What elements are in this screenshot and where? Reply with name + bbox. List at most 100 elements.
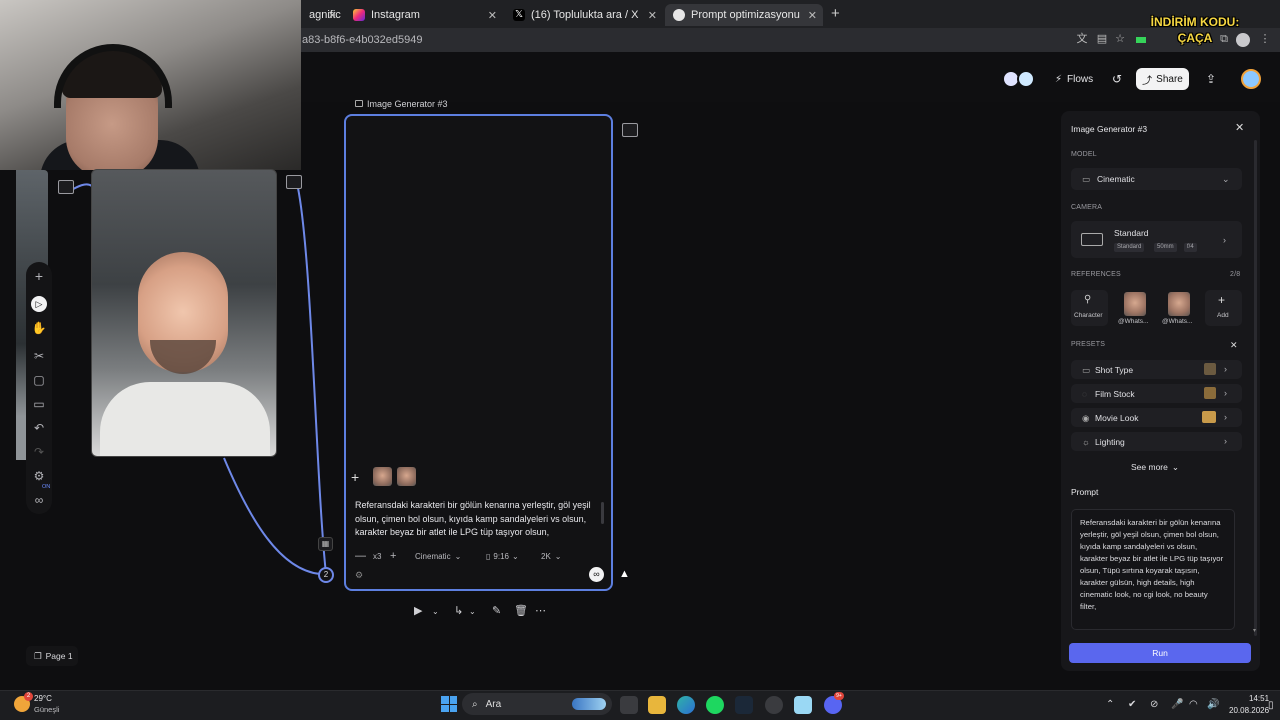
run-button[interactable]: Run bbox=[1069, 643, 1251, 663]
branch-icon[interactable]: ↳ bbox=[454, 604, 463, 617]
add-icon[interactable]: + bbox=[31, 268, 47, 284]
reference-label: @Whats... bbox=[1162, 318, 1193, 325]
camera-badge: f/4 bbox=[1184, 243, 1197, 252]
infinity-icon[interactable]: ∞ bbox=[31, 492, 47, 508]
generator-node-label[interactable]: Image Generator #3 bbox=[367, 99, 448, 109]
redo-icon[interactable]: ↷ bbox=[31, 444, 47, 460]
chevron-right-icon: › bbox=[1223, 235, 1226, 245]
notepad-icon[interactable] bbox=[794, 696, 812, 714]
reference-thumb[interactable] bbox=[397, 467, 416, 486]
node-prompt-text[interactable]: Referansdaki karakteri bir gölün kenarın… bbox=[355, 499, 595, 540]
decrease-batch-icon[interactable]: — bbox=[355, 549, 366, 563]
settings-icon[interactable]: ⚙ bbox=[31, 468, 47, 484]
node-table-icon[interactable]: ▦ bbox=[318, 537, 333, 551]
steam-icon[interactable] bbox=[735, 696, 753, 714]
tray-network-off-icon[interactable]: ⊘ bbox=[1150, 699, 1158, 710]
chevron-down-icon: ⌄ bbox=[454, 551, 462, 561]
page-icon: ❐ bbox=[34, 650, 42, 661]
output-image-icon[interactable] bbox=[622, 123, 638, 137]
windows-taskbar bbox=[0, 690, 1280, 720]
presets-section-label: PRESETS bbox=[1071, 341, 1106, 348]
obs-icon[interactable] bbox=[765, 696, 783, 714]
model-value: Cinematic bbox=[1097, 174, 1135, 184]
spotify-icon[interactable] bbox=[706, 696, 724, 714]
aspect-ratio-label: 9:16 bbox=[493, 551, 509, 561]
weather-badge: 2 bbox=[24, 692, 33, 701]
search-placeholder: Ara bbox=[485, 698, 502, 710]
reference-thumb[interactable] bbox=[373, 467, 392, 486]
comment-icon[interactable]: ▭ bbox=[31, 396, 47, 412]
clock-time[interactable]: 14:51 bbox=[1249, 694, 1269, 703]
chevron-right-icon: › bbox=[1224, 364, 1227, 374]
resize-handle-icon[interactable]: ▾ bbox=[1253, 627, 1256, 634]
image-node-icon[interactable] bbox=[58, 180, 74, 194]
prompt-textarea-text[interactable]: Referansdaki karakteri bir gölün kenarın… bbox=[1080, 517, 1225, 613]
scissors-icon[interactable]: ✂ bbox=[31, 348, 47, 364]
clock-date[interactable]: 20.08.2026 bbox=[1229, 706, 1269, 715]
page-label: Page 1 bbox=[45, 651, 73, 661]
chevron-right-icon: › bbox=[1224, 412, 1227, 422]
reference-image-thumb[interactable] bbox=[1168, 292, 1190, 316]
phone-icon: ▯ bbox=[486, 551, 491, 561]
delete-icon[interactable]: 🗑 bbox=[514, 604, 528, 617]
play-icon[interactable]: ▶ bbox=[414, 604, 422, 617]
person-icon: ⚲ bbox=[1084, 294, 1092, 305]
close-panel-icon[interactable]: ✕ bbox=[1235, 121, 1244, 134]
chevron-down-icon[interactable]: ⌄ bbox=[469, 607, 476, 616]
model-chip[interactable]: Cinematic ⌄ bbox=[415, 549, 461, 563]
panel-title: Image Generator #3 bbox=[1071, 124, 1148, 134]
add-reference-icon[interactable]: + bbox=[351, 469, 359, 485]
volume-icon[interactable]: 🔊 bbox=[1207, 699, 1219, 710]
more-icon[interactable]: ⋯ bbox=[535, 604, 546, 617]
preset-label: Lighting bbox=[1095, 437, 1125, 447]
camera-icon bbox=[1081, 233, 1103, 246]
batch-count: x3 bbox=[373, 551, 382, 561]
see-more-label: See more bbox=[1131, 462, 1168, 472]
resolution-chip[interactable]: 2K ⌄ bbox=[541, 549, 562, 563]
references-section-label: REFERENCES bbox=[1071, 271, 1121, 278]
reference-image-thumb[interactable] bbox=[1124, 292, 1146, 316]
taskbar-search[interactable]: ⌕ Ara bbox=[462, 693, 612, 715]
reference-image-node[interactable] bbox=[91, 169, 277, 457]
select-cursor-icon[interactable]: ▷ bbox=[31, 296, 47, 312]
see-more-button[interactable]: See more ⌄ bbox=[1131, 462, 1179, 473]
prompt-scrollbar[interactable] bbox=[601, 502, 604, 524]
camera-badge: 50mm bbox=[1154, 243, 1177, 252]
camera-section-label: CAMERA bbox=[1071, 204, 1103, 211]
aspect-ratio-chip[interactable]: ▯ 9:16 ⌄ bbox=[486, 549, 519, 563]
references-count: 2/8 bbox=[1230, 271, 1241, 278]
wifi-icon[interactable]: ◠ bbox=[1189, 699, 1198, 710]
node-settings-icon[interactable]: ⚙ bbox=[355, 570, 363, 581]
windows-start-icon[interactable] bbox=[441, 696, 457, 712]
chevron-down-icon: ⌄ bbox=[511, 551, 519, 561]
chevron-right-icon: › bbox=[1224, 436, 1227, 446]
folder-icon: ▭ bbox=[1082, 174, 1091, 184]
loop-icon[interactable]: ∞ bbox=[589, 567, 604, 582]
edit-icon[interactable]: ✎ bbox=[492, 604, 501, 617]
clear-presets-icon[interactable]: ✕ bbox=[1230, 340, 1238, 351]
page-switcher[interactable]: ❐ Page 1 bbox=[26, 646, 78, 666]
edge-count-badge[interactable]: 2 bbox=[318, 567, 334, 583]
microphone-icon[interactable]: 🎤 bbox=[1171, 699, 1183, 710]
preset-label: Movie Look bbox=[1095, 413, 1139, 423]
tray-overflow-icon[interactable]: ⌃ bbox=[1106, 699, 1114, 710]
notification-icon[interactable]: ▯ bbox=[1268, 700, 1274, 711]
file-explorer-icon[interactable] bbox=[648, 696, 666, 714]
image-node-icon[interactable] bbox=[286, 175, 302, 189]
frame-icon[interactable]: ▢ bbox=[31, 372, 47, 388]
tray-app-icon[interactable]: ✔ bbox=[1128, 699, 1136, 710]
search-highlight-image bbox=[572, 698, 606, 710]
edge-browser-icon[interactable] bbox=[677, 696, 695, 714]
hand-icon[interactable]: ✋ bbox=[31, 320, 47, 336]
panel-scrollbar[interactable] bbox=[1254, 140, 1257, 636]
edge-ref-to-generator bbox=[297, 187, 327, 575]
undo-icon[interactable]: ↶ bbox=[31, 420, 47, 436]
folder-icon: ▭ bbox=[1082, 365, 1091, 375]
increase-batch-icon[interactable]: + bbox=[390, 549, 396, 563]
weather-temp[interactable]: 29°C bbox=[34, 694, 52, 703]
chevron-down-icon[interactable]: ⌄ bbox=[432, 607, 439, 616]
task-view-icon[interactable] bbox=[620, 696, 638, 714]
sun-icon: ☼ bbox=[1082, 437, 1090, 447]
ref-shirt bbox=[100, 382, 270, 456]
prompt-title: Prompt bbox=[1071, 487, 1099, 497]
